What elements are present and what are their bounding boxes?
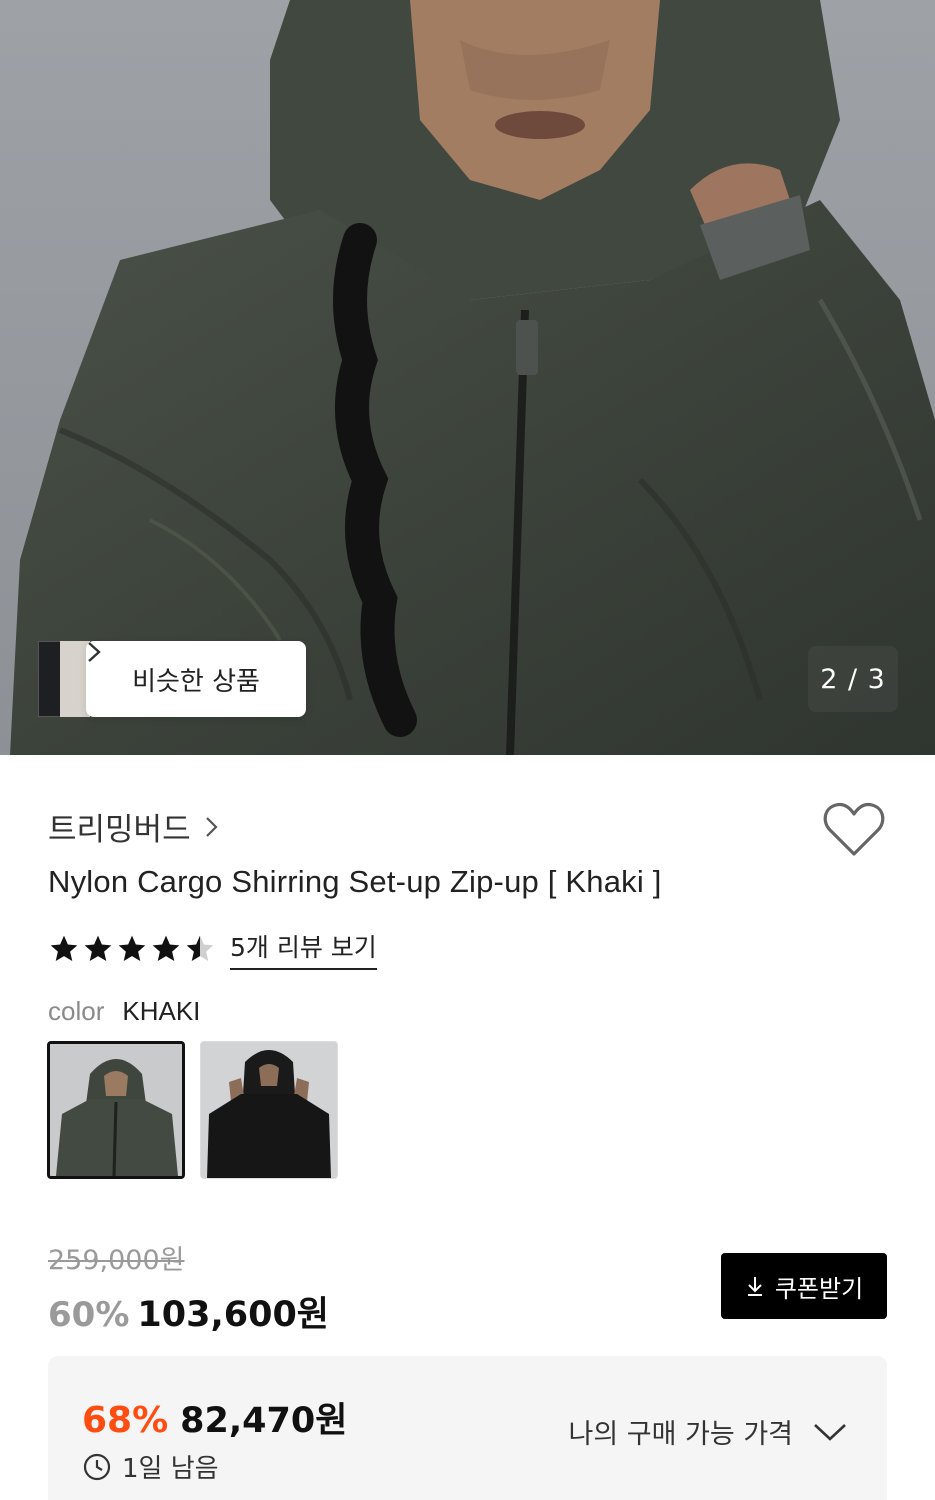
- color-selector-label: color KHAKI: [48, 996, 200, 1027]
- brand-link[interactable]: 트리밍버드: [48, 804, 219, 849]
- similar-thumb-1: [38, 641, 62, 717]
- color-swatch-khaki[interactable]: [47, 1041, 185, 1179]
- star-full-icon: [84, 935, 112, 961]
- my-price-amount: 82,470원: [180, 1401, 348, 1441]
- color-swatch-black[interactable]: [200, 1041, 338, 1179]
- my-discount-rate: 68%: [82, 1400, 169, 1441]
- gallery-page-indicator: 2 / 3: [808, 646, 898, 712]
- coupon-download-button[interactable]: 쿠폰받기: [721, 1253, 887, 1319]
- my-price-toggle[interactable]: 나의 구매 가능 가격: [569, 1412, 847, 1451]
- star-rating: [48, 933, 216, 965]
- chevron-down-icon: [814, 1423, 846, 1441]
- similar-products-label: 비슷한 상품: [132, 666, 260, 697]
- star-full-icon: [50, 935, 78, 961]
- time-remaining: 1일 남음: [82, 1448, 219, 1485]
- clock-icon: [83, 1453, 111, 1480]
- product-title: Nylon Cargo Shirring Set-up Zip-up [ Kha…: [48, 864, 662, 899]
- wishlist-heart-icon[interactable]: [822, 800, 886, 860]
- review-link[interactable]: 5개 리뷰 보기: [230, 928, 377, 970]
- star-full-icon: [152, 935, 180, 961]
- price-row: 60% 103,600원: [48, 1286, 329, 1337]
- rating-row: 5개 리뷰 보기: [48, 928, 377, 970]
- black-thumbnail: [201, 1042, 337, 1178]
- sale-price: 103,600원: [137, 1295, 330, 1335]
- chevron-right-icon: [88, 642, 101, 662]
- my-purchase-price-panel[interactable]: 68% 82,470원 1일 남음 나의 구매 가능 가격: [48, 1356, 887, 1500]
- my-price-row: 68% 82,470원: [82, 1392, 347, 1443]
- discount-rate: 60%: [48, 1295, 130, 1335]
- original-price: 259,000원: [48, 1245, 185, 1276]
- remaining-label: 1일 남음: [122, 1454, 219, 1484]
- brand-name: 트리밍버드: [48, 812, 191, 848]
- download-icon: [747, 1277, 762, 1296]
- star-half-icon: [186, 935, 214, 961]
- coupon-label: 쿠폰받기: [774, 1274, 864, 1303]
- star-full-icon: [118, 935, 146, 961]
- similar-products-pill[interactable]: 비슷한 상품: [86, 641, 306, 717]
- khaki-thumbnail: [50, 1044, 182, 1176]
- chevron-right-icon: [205, 816, 218, 837]
- similar-products-button[interactable]: 비슷한 상품: [38, 641, 306, 717]
- my-price-toggle-label: 나의 구매 가능 가격: [568, 1419, 793, 1450]
- color-label: color: [48, 996, 105, 1026]
- product-image-gallery[interactable]: 비슷한 상품 2 / 3: [0, 0, 935, 755]
- color-value: KHAKI: [122, 996, 201, 1026]
